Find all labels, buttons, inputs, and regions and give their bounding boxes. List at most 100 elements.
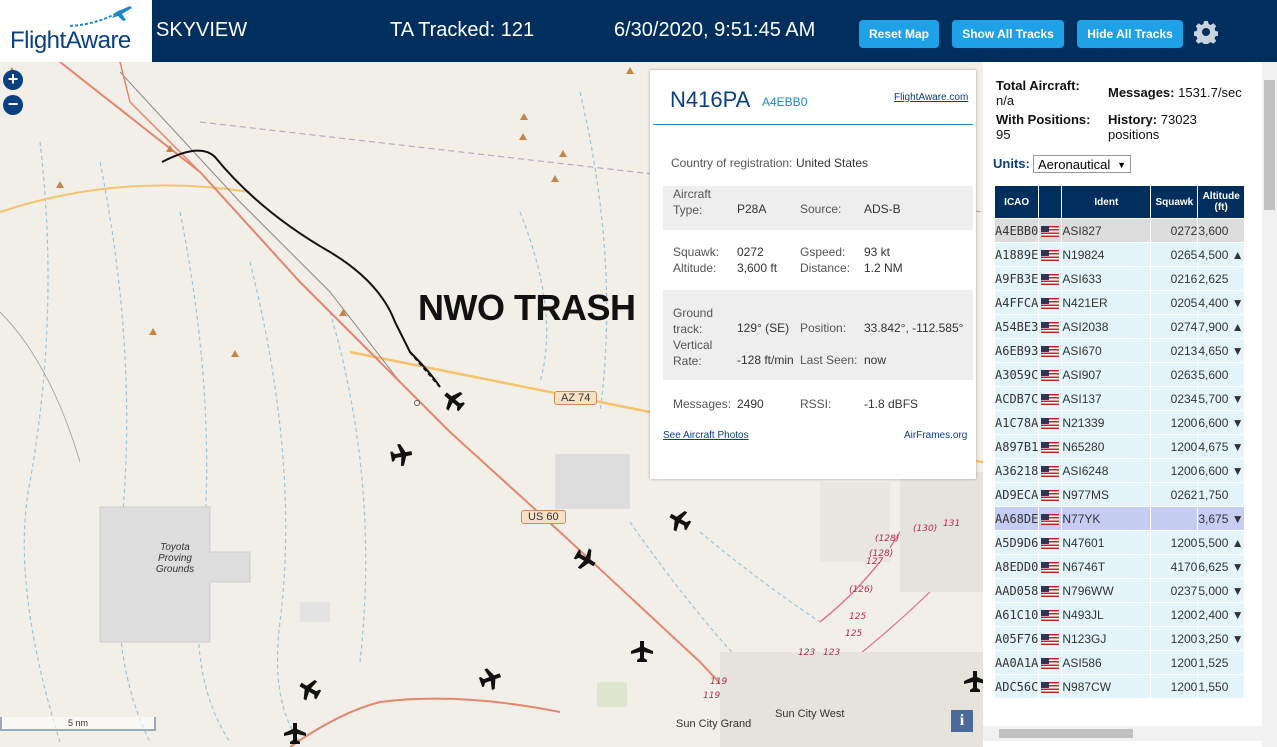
row-icao: A4EBB0 — [993, 218, 1040, 243]
table-row[interactable]: A61C10 N493JL 1200 2,400 ▼ — [993, 602, 1245, 627]
table-row[interactable]: A1889E N19824 0265 4,500 ▲ — [993, 242, 1245, 267]
scrollbar-thumb[interactable] — [1264, 80, 1275, 210]
messages-rate-label: Messages: — [1108, 85, 1175, 100]
aircraft-icon[interactable] — [389, 442, 414, 467]
row-squawk: 0262 — [1150, 482, 1199, 507]
messages-value: 2490 — [737, 397, 764, 411]
column-header-icao[interactable]: ICAO — [993, 185, 1040, 219]
table-row[interactable]: ADC56C N987CW 1200 1,550 — [993, 674, 1245, 699]
distance-label: Distance: — [800, 261, 851, 275]
table-row[interactable]: A4EBB0 ASI827 0272 3,600 — [993, 218, 1245, 243]
table-row[interactable]: AAD058 N796WW 0237 5,000 ▼ — [993, 578, 1245, 603]
zoom-out-button[interactable]: − — [3, 95, 23, 115]
table-row[interactable]: AA68DE N77YK 3,675 ▼ — [993, 506, 1245, 531]
table-row[interactable]: ACDB7C ASI137 0234 5,700 ▼ — [993, 386, 1245, 411]
row-ident: ASI633 — [1061, 266, 1152, 291]
row-altitude-value: 6,625 — [1198, 559, 1229, 574]
row-ident: ASI586 — [1061, 650, 1152, 675]
source-label: Source: — [800, 202, 842, 216]
row-altitude-value: 1,525 — [1198, 655, 1229, 670]
column-header-flag[interactable] — [1038, 185, 1063, 219]
us-flag-icon — [1041, 609, 1060, 621]
table-row[interactable]: AA0A1A ASI586 1200 1,525 — [993, 650, 1245, 675]
top-bar: FlightAware SKYVIEW TA Tracked: 121 6/30… — [0, 0, 1277, 62]
popup-divider — [653, 124, 973, 125]
aircraft-icon[interactable] — [284, 723, 306, 744]
with-positions: With Positions: 95 — [996, 112, 1106, 142]
us-flag-icon — [1041, 345, 1060, 357]
table-row[interactable]: A6EB93 ASI670 0213 4,650 ▼ — [993, 338, 1245, 363]
table-row[interactable]: A05F76 N123GJ 1200 3,250 ▼ — [993, 626, 1245, 651]
us-flag-icon — [1041, 393, 1060, 405]
row-squawk: 1200 — [1150, 602, 1199, 627]
row-squawk — [1150, 506, 1199, 531]
table-row[interactable]: A4FFCA N421ER 0205 4,400 ▼ — [993, 290, 1245, 315]
show-all-tracks-button[interactable]: Show All Tracks — [952, 20, 1064, 48]
road-label-us60: US 60 — [521, 510, 566, 524]
country-value: United States — [796, 156, 869, 170]
column-header-altitude[interactable]: Altitude (ft) — [1197, 185, 1245, 219]
row-flag — [1038, 362, 1063, 387]
airframes-link[interactable]: AirFrames.org — [904, 430, 967, 441]
aircraft-icon[interactable] — [295, 675, 324, 705]
altitude-trend-icon: ▼ — [1231, 559, 1244, 574]
column-header-squawk[interactable]: Squawk — [1150, 185, 1199, 219]
row-flag — [1038, 578, 1063, 603]
hide-all-tracks-button[interactable]: Hide All Tracks — [1077, 20, 1183, 48]
horizontal-scrollbar[interactable] — [983, 726, 1262, 741]
table-row[interactable]: A3059C ASI907 0263 5,600 — [993, 362, 1245, 387]
gear-icon[interactable] — [1194, 20, 1218, 44]
row-ident: N421ER — [1061, 290, 1152, 315]
row-squawk: 0274 — [1150, 314, 1199, 339]
aircraft-icon[interactable] — [631, 641, 653, 662]
vertical-scrollbar[interactable] — [1262, 62, 1277, 747]
table-row[interactable]: A1C78A N21339 1200 6,600 ▼ — [993, 410, 1245, 435]
altitude-trend-icon: ▼ — [1231, 391, 1244, 406]
altitude-trend-icon: ▼ — [1231, 439, 1244, 454]
popup-flightaware-link[interactable]: FlightAware.com — [894, 92, 968, 103]
row-icao: A897B1 — [993, 434, 1040, 459]
table-row[interactable]: A54BE3 ASI2038 0274 7,900 ▲ — [993, 314, 1245, 339]
row-altitude-value: 5,600 — [1198, 367, 1229, 382]
flightaware-logo[interactable]: FlightAware — [0, 0, 152, 62]
row-icao: AA0A1A — [993, 650, 1040, 675]
aircraft-icon[interactable] — [439, 386, 469, 416]
row-altitude: 5,600 — [1197, 362, 1245, 387]
history: History: 73023 positions — [1108, 112, 1228, 142]
reset-map-button[interactable]: Reset Map — [859, 20, 939, 48]
row-altitude-value: 4,675 — [1198, 439, 1229, 454]
row-altitude-value: 2,400 — [1198, 607, 1229, 622]
row-icao: A1889E — [993, 242, 1040, 267]
table-row[interactable]: A897B1 N65280 1200 4,675 ▼ — [993, 434, 1245, 459]
scrollbar-thumb[interactable] — [999, 729, 1133, 738]
row-altitude: 4,400 ▼ — [1197, 290, 1245, 315]
with-positions-value: 95 — [996, 127, 1011, 142]
place-label-sun-city-grand: Sun City Grand — [676, 718, 752, 730]
table-row[interactable]: AD9ECA N977MS 0262 1,750 — [993, 482, 1245, 507]
zoom-in-button[interactable]: + — [3, 70, 23, 90]
info-button[interactable]: i — [951, 710, 973, 732]
table-row[interactable]: A36218 ASI6248 1200 6,600 ▼ — [993, 458, 1245, 483]
total-aircraft-label: Total Aircraft: — [996, 78, 1080, 93]
row-icao: ACDB7C — [993, 386, 1040, 411]
aircraft-icon[interactable] — [665, 506, 694, 536]
row-icao: A54BE3 — [993, 314, 1040, 339]
row-altitude: 4,500 ▲ — [1197, 242, 1245, 267]
table-header-row: ICAO Ident Squawk Altitude (ft) — [993, 185, 1245, 219]
clock: 6/30/2020, 9:51:45 AM — [614, 19, 816, 41]
column-header-ident[interactable]: Ident — [1061, 185, 1152, 219]
source-value: ADS-B — [864, 202, 901, 216]
mile-marker: 123 — [798, 648, 815, 658]
row-ident: ASI6248 — [1061, 458, 1152, 483]
aircraft-icon[interactable] — [571, 544, 600, 574]
table-row[interactable]: A8EDD0 N6746T 4170 6,625 ▼ — [993, 554, 1245, 579]
row-flag — [1038, 386, 1063, 411]
vertical-rate-label: Vertical Rate: — [673, 338, 713, 368]
row-flag — [1038, 602, 1063, 627]
row-altitude-value: 5,500 — [1198, 535, 1229, 550]
table-row[interactable]: A9FB3E ASI633 0216 2,625 — [993, 266, 1245, 291]
aircraft-icon[interactable] — [477, 665, 504, 693]
table-row[interactable]: A5D9D6 N47601 1200 5,500 ▲ — [993, 530, 1245, 555]
aircraft-photos-link[interactable]: See Aircraft Photos — [663, 430, 749, 441]
units-select[interactable]: Aeronautical ▼ — [1033, 155, 1131, 173]
